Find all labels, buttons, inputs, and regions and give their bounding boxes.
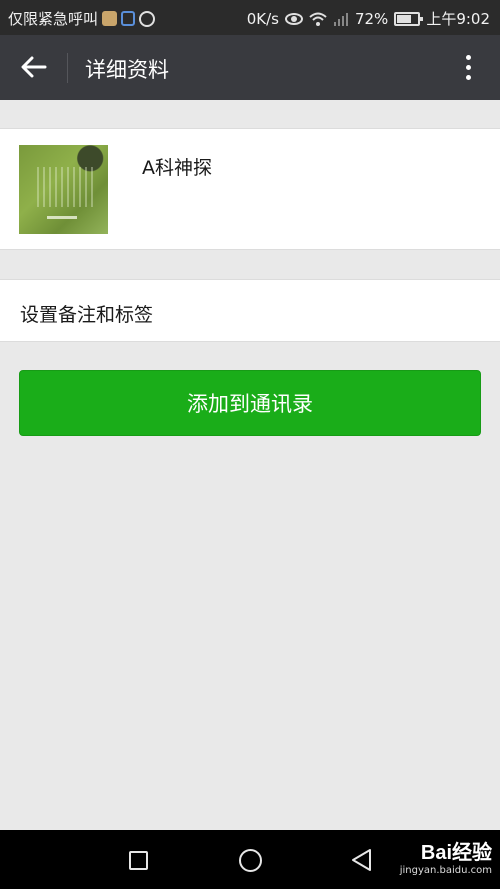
back-button[interactable] [16,49,52,85]
alarm-notification-icon [139,10,156,27]
more-options-button[interactable] [456,49,480,85]
more-vertical-icon-dot [465,64,471,70]
page-title: 详细资料 [85,58,169,82]
status-bar: 仅限紧急呼叫 0K/s 72% 上午9:02 [0,0,500,35]
app-bar-divider [67,53,68,83]
avatar[interactable] [19,145,108,234]
home-button[interactable] [239,849,262,872]
eye-comfort-icon [284,12,303,25]
add-to-contacts-button[interactable]: 添加到通讯录 [19,370,481,436]
battery-percent: 72% [354,9,389,28]
watermark-logo: Bai经验 [420,842,492,864]
remark-row-label: 设置备注和标签 [20,304,154,326]
profile-name: A科神探 [142,157,212,179]
app-notification-icon [102,11,118,26]
wifi-icon [309,12,327,26]
more-vertical-icon-dot [465,74,471,80]
system-nav-bar: Bai经验 jingyan.baidu.com [0,830,500,889]
app-bar: 详细资料 [0,35,500,100]
lock-notification-icon [121,11,136,26]
baidu-watermark: Bai经验 jingyan.baidu.com [400,836,492,876]
avatar-glyph [47,209,77,219]
network-speed: 0K/s [246,9,279,28]
battery-fill [397,14,412,23]
clock: 上午9:02 [426,10,490,28]
more-vertical-icon-dot [465,54,471,60]
carrier-text: 仅限紧急呼叫 [8,10,99,28]
signal-icon [333,12,348,26]
profile-card: A科神探 [0,128,500,250]
set-remark-and-tags-row[interactable]: 设置备注和标签 [0,279,500,342]
arrow-left-icon [21,56,47,78]
nav-back-button[interactable] [350,848,372,872]
status-left: 仅限紧急呼叫 [8,8,156,29]
status-right: 0K/s 72% 上午9:02 [247,8,490,29]
battery-icon [394,11,424,26]
recents-button[interactable] [129,851,148,870]
avatar-pattern [37,167,97,207]
watermark-url: jingyan.baidu.com [399,865,492,876]
